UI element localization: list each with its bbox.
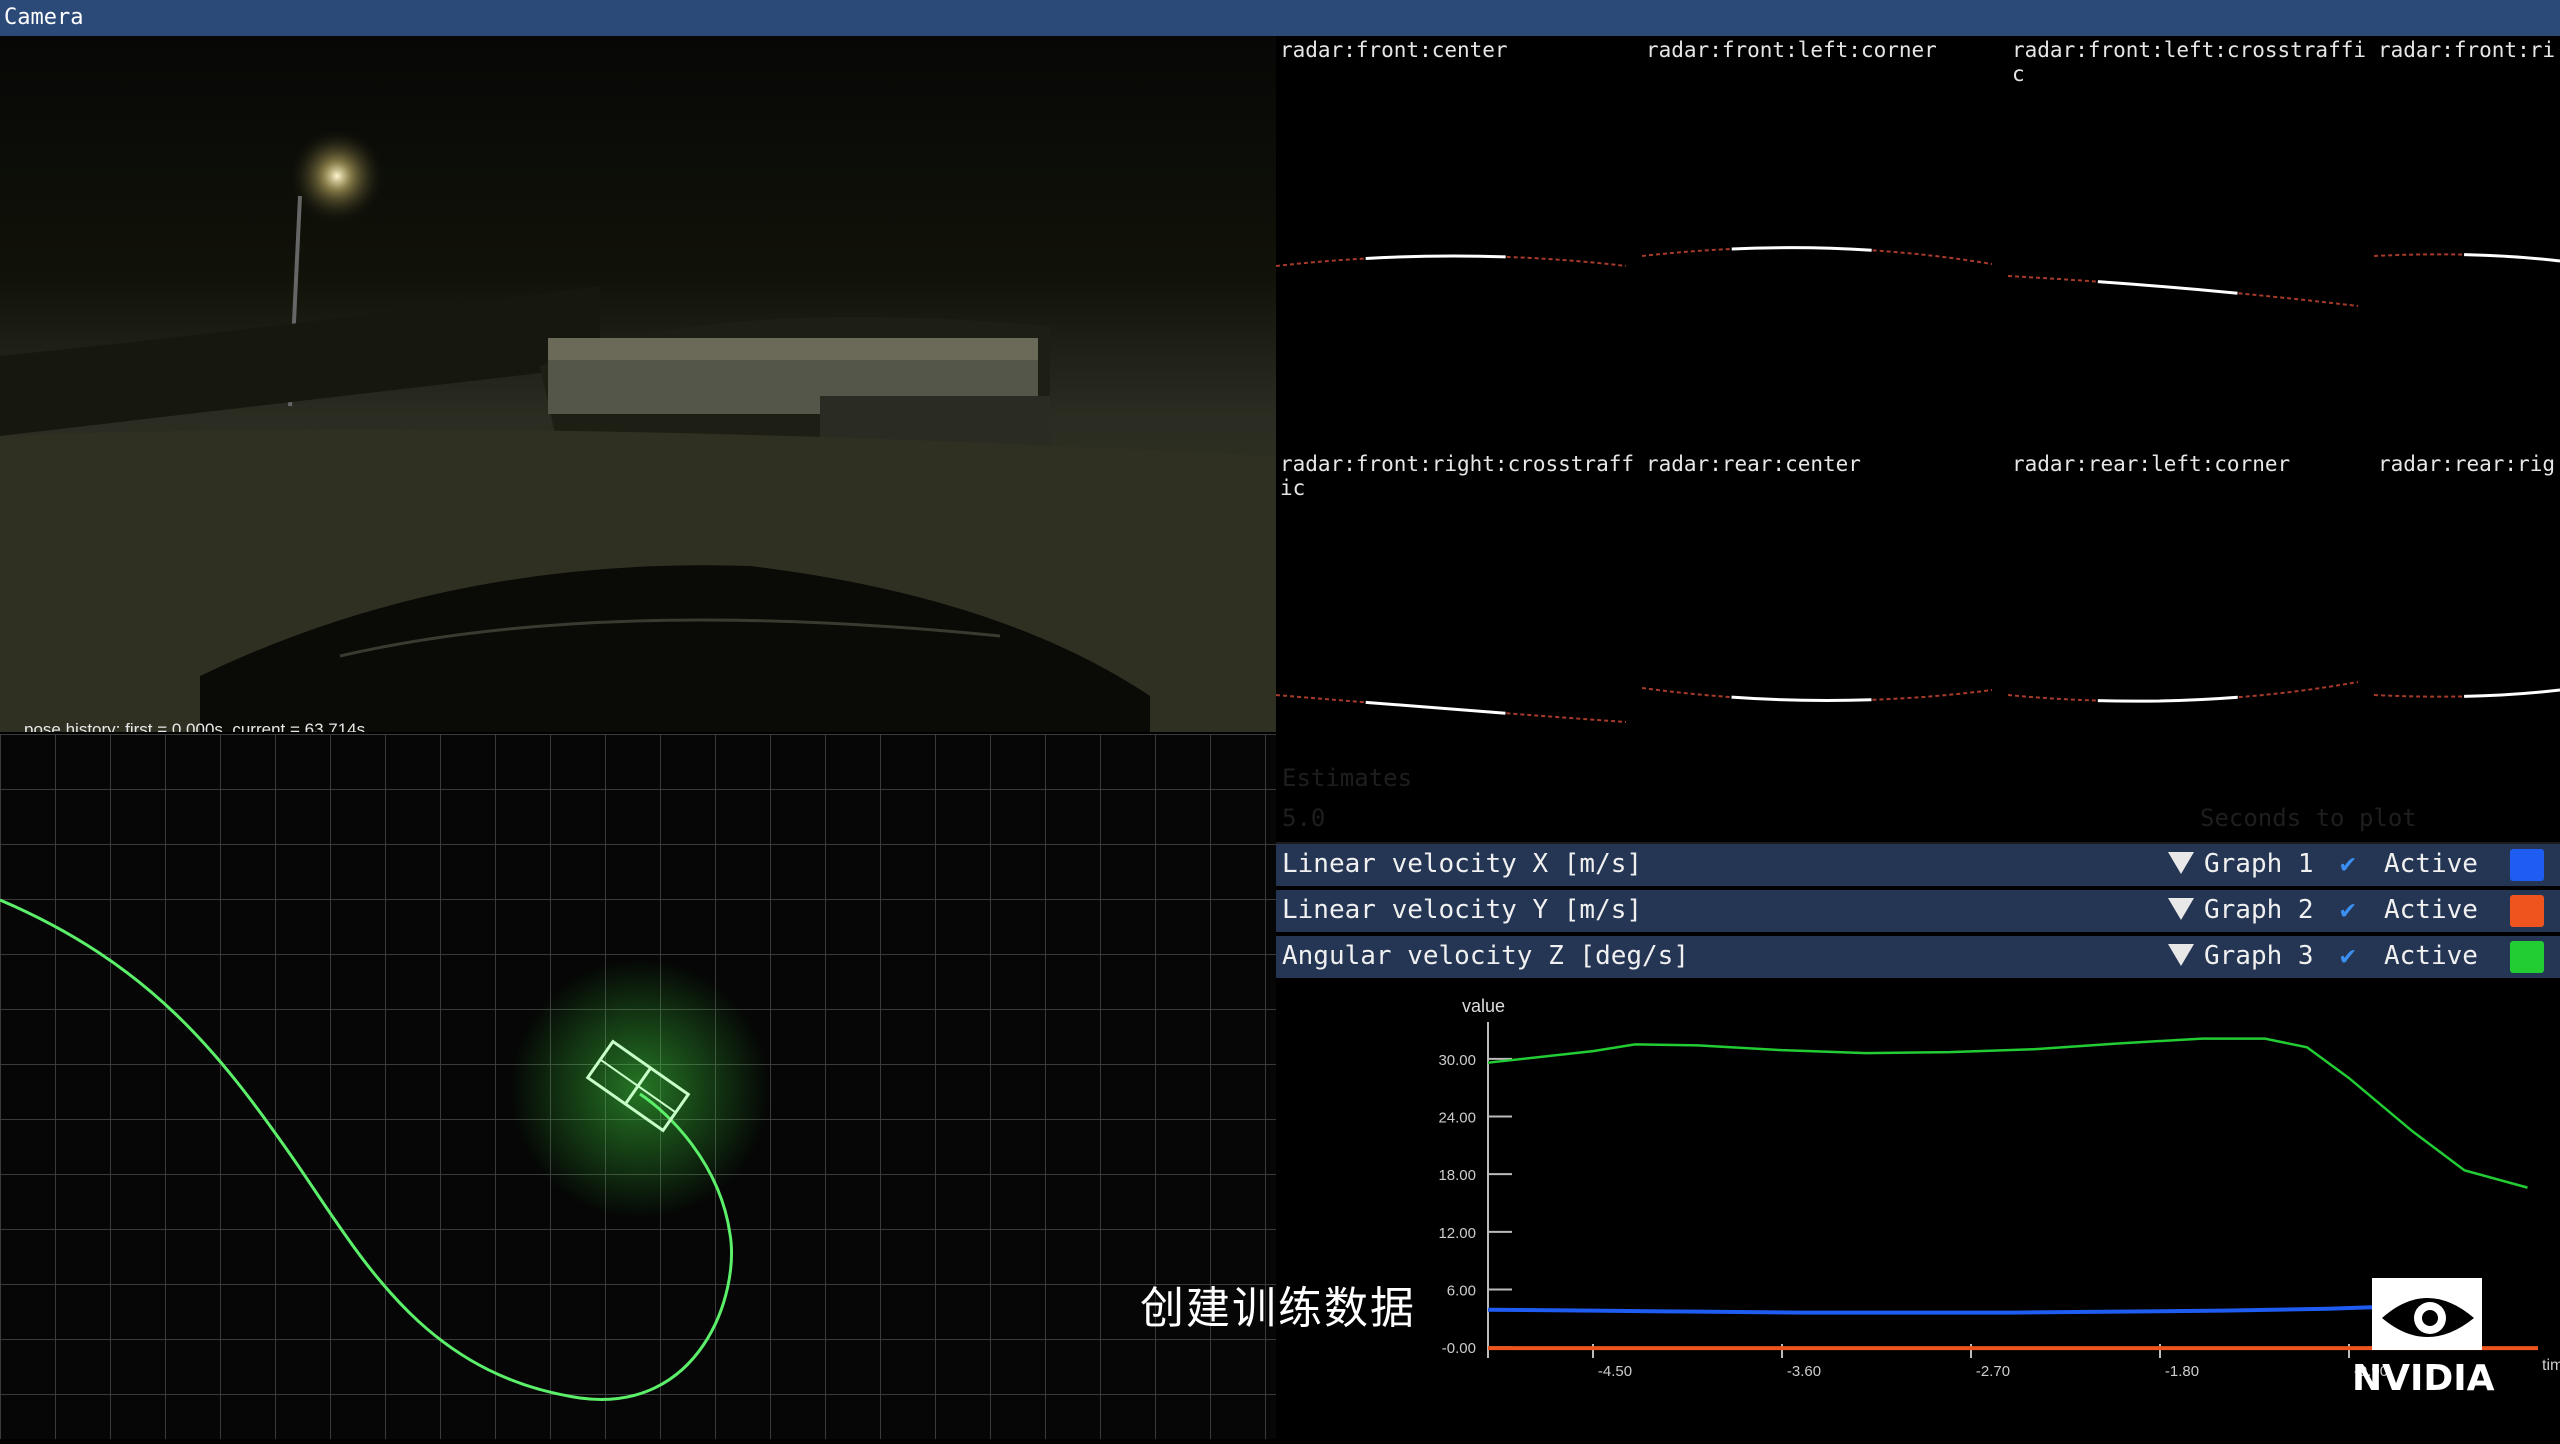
graph-row[interactable]: Linear velocity Y [m/s] Graph 2 ✔ Active — [1276, 890, 2560, 932]
series-color-swatch[interactable] — [2510, 895, 2544, 927]
y-tick-label: 6.00 — [1447, 1283, 1476, 1300]
radar-label: radar:front:left:corner — [1646, 38, 1937, 62]
radar-panel: radar:front:ri — [2374, 36, 2560, 452]
radar-points — [2374, 688, 2560, 699]
radar-points — [1276, 254, 1627, 268]
radar-panel: radar:front:center — [1276, 36, 1644, 452]
radar-label: radar:front:right:crosstraffic — [1280, 452, 1635, 500]
trajectory-overlay — [0, 898, 770, 1401]
estimates-value-ghost: 5.0 — [1282, 804, 1326, 832]
active-checkbox[interactable]: ✔ — [2340, 941, 2356, 971]
camera-view: pose history: first = 0.000s, current = … — [0, 36, 1276, 732]
radar-panel: radar:rear:left:corner — [2008, 450, 2376, 844]
radar-points — [1642, 246, 1993, 266]
dropdown-arrow-icon[interactable] — [2168, 944, 2194, 966]
y-tick-label: 12.00 — [1438, 1225, 1476, 1242]
nvidia-logo: NVIDIA — [2352, 1278, 2532, 1399]
x-axis-label: time [s — [2542, 1357, 2560, 1374]
radar-label: radar:front:ri — [2378, 38, 2556, 62]
graph-row[interactable]: Linear velocity X [m/s] Graph 1 ✔ Active — [1276, 844, 2560, 886]
graph-slot-label: Graph 1 — [2204, 849, 2314, 879]
series-line — [1487, 1303, 2413, 1315]
y-axis-label: value — [1462, 996, 1505, 1016]
x-tick-label: -3.60 — [1787, 1363, 1821, 1380]
graph-metric-select[interactable]: Linear velocity Y [m/s] — [1282, 895, 1642, 925]
graph-slot-label: Graph 2 — [2204, 895, 2314, 925]
window-title-bar[interactable]: Camera — [0, 0, 2560, 36]
radar-panel: radar:rear:center — [1642, 450, 2010, 844]
dropdown-arrow-icon[interactable] — [2168, 852, 2194, 874]
dropdown-arrow-icon[interactable] — [2168, 898, 2194, 920]
active-checkbox[interactable]: ✔ — [2340, 895, 2356, 925]
x-tick-label: -2.70 — [1976, 1363, 2010, 1380]
x-tick-label: -1.80 — [2165, 1363, 2199, 1380]
series-line — [1487, 1037, 2528, 1189]
nvidia-wordmark: NVIDIA — [2352, 1358, 2495, 1398]
pose-history-text: pose history: first = 0.000s, current = … — [24, 720, 366, 732]
series-color-swatch[interactable] — [2510, 941, 2544, 973]
trajectory-map[interactable] — [0, 734, 1276, 1439]
y-tick-label: 18.00 — [1438, 1167, 1476, 1184]
radar-panel: radar:front:left:corner — [1642, 36, 2010, 452]
active-checkbox[interactable]: ✔ — [2340, 849, 2356, 879]
active-label: Active — [2384, 941, 2478, 971]
y-tick-label: 30.00 — [1438, 1052, 1476, 1069]
graph-metric-select[interactable]: Linear velocity X [m/s] — [1282, 849, 1642, 879]
graph-metric-select[interactable]: Angular velocity Z [deg/s] — [1282, 941, 1689, 971]
y-tick-label: 24.00 — [1438, 1110, 1476, 1127]
radar-label: radar:rear:center — [1646, 452, 1861, 476]
y-tick-label: -0.00 — [1442, 1340, 1476, 1357]
radar-label: radar:front:center — [1280, 38, 1508, 62]
camera-scene — [0, 36, 1276, 732]
x-tick-label: -4.50 — [1598, 1363, 1632, 1380]
radar-points — [2008, 274, 2359, 308]
radar-label: radar:rear:rig — [2378, 452, 2556, 476]
radar-panel: radar:front:left:crosstraffic — [2008, 36, 2376, 452]
radar-points — [1642, 686, 1993, 703]
active-label: Active — [2384, 895, 2478, 925]
graph-row[interactable]: Angular velocity Z [deg/s] Graph 3 ✔ Active — [1276, 936, 2560, 978]
radar-label: radar:front:left:crosstraffic — [2012, 38, 2367, 86]
graph-slot-label: Graph 3 — [2204, 941, 2314, 971]
seconds-ghost-text: Seconds to plot — [2200, 804, 2417, 832]
nvidia-eye-icon: NVIDIA — [2352, 1278, 2495, 1399]
window-title: Camera — [4, 5, 84, 30]
radar-points — [2374, 252, 2560, 263]
radar-panel: radar:rear:rig — [2374, 450, 2560, 844]
series-color-swatch[interactable] — [2510, 849, 2544, 881]
radar-points — [2008, 680, 2359, 703]
radar-label: radar:rear:left:corner — [2012, 452, 2291, 476]
estimates-ghost-text: Estimates — [1282, 764, 1413, 792]
active-label: Active — [2384, 849, 2478, 879]
subtitle-caption: 创建训练数据 — [1140, 1283, 1416, 1334]
